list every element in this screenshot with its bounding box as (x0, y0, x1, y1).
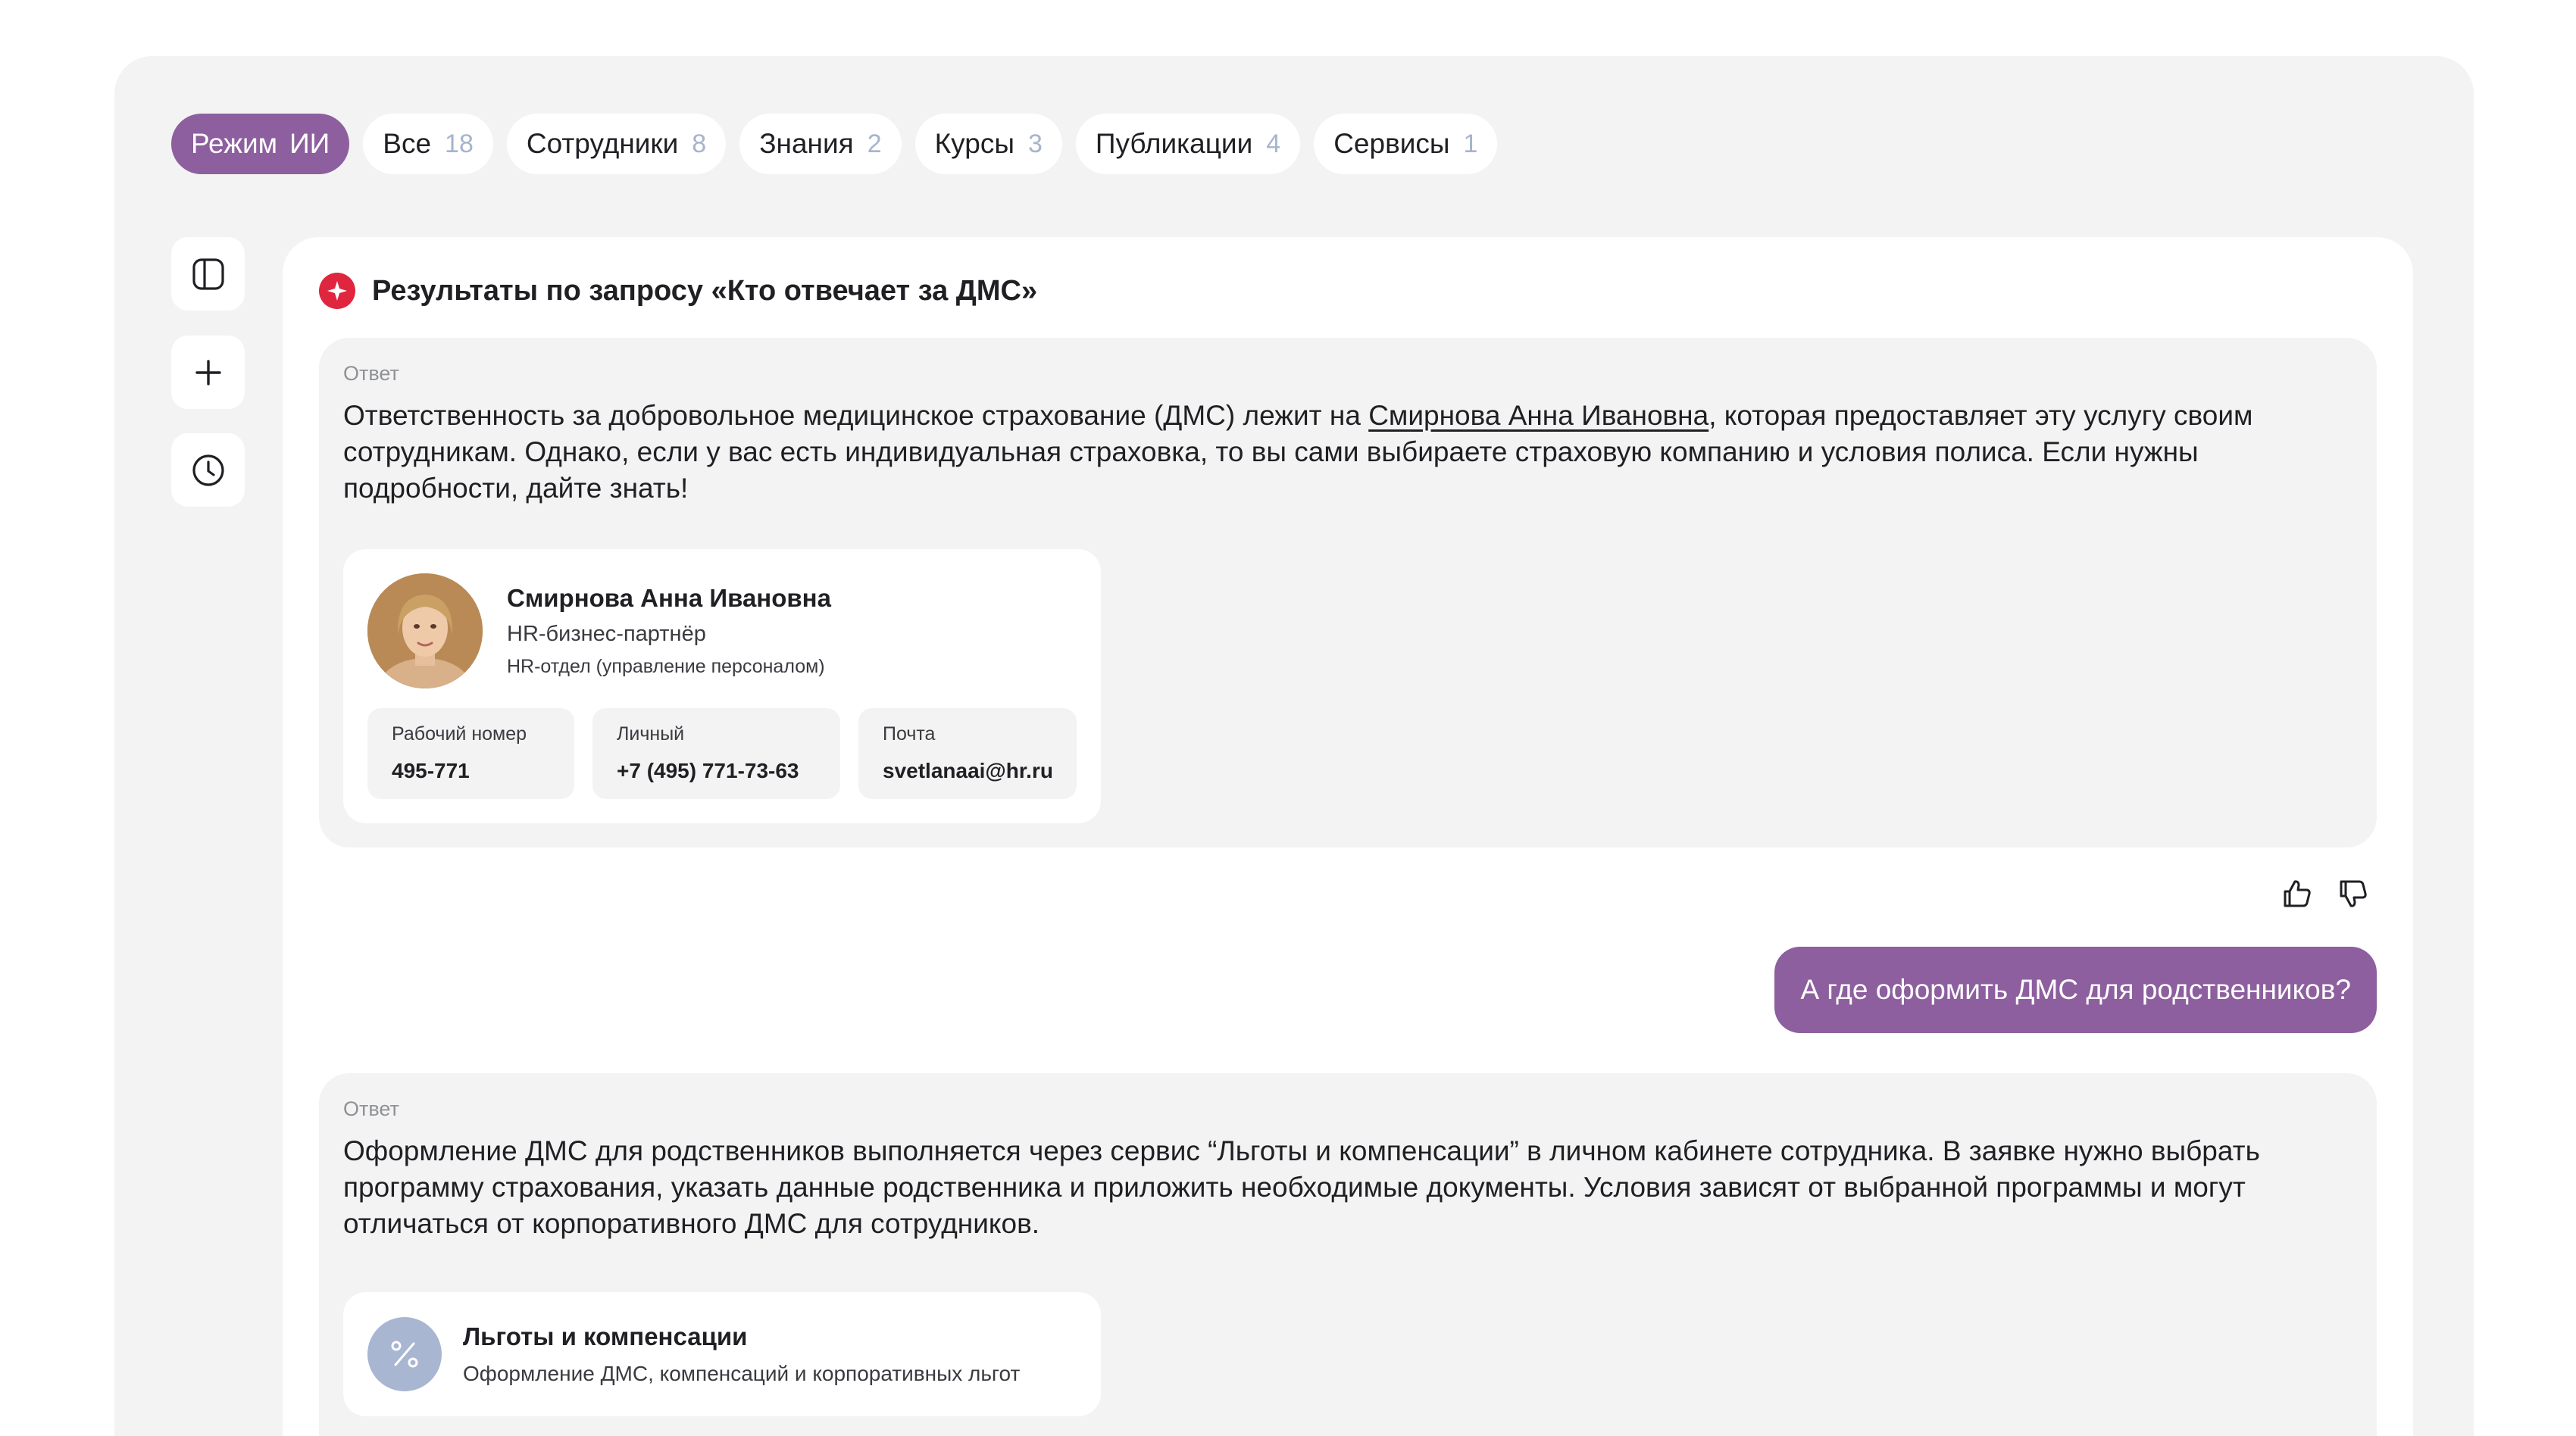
contact-list: Рабочий номер 495-771 Личный +7 (495) 77… (367, 708, 1077, 799)
thumbs-up-icon (2284, 880, 2311, 907)
service-description: Оформление ДМС, компенсаций и корпоратив… (463, 1362, 1021, 1385)
tab-label: Сервисы (1333, 128, 1450, 159)
results-title: Результаты по запросу «Кто отвечает за Д… (372, 274, 1038, 307)
tab-count: 8 (692, 129, 707, 158)
sidebar-toggle-button[interactable] (171, 237, 245, 311)
tab-label: Режим (191, 128, 278, 159)
tab-label: Сотрудники (526, 128, 679, 159)
sidebar-toggle-icon (192, 258, 224, 290)
contact-value: +7 (495) 771-73-63 (617, 759, 799, 782)
history-clock-icon (192, 454, 224, 486)
tab-ai-mode[interactable]: Режим ИИ (171, 114, 350, 174)
user-message-bubble: А где оформить ДМС для родственников? (1774, 947, 2377, 1033)
tab-count: 18 (445, 129, 474, 158)
like-button[interactable] (2281, 877, 2314, 910)
tab-count: 4 (1266, 129, 1281, 158)
plus-icon (195, 359, 221, 386)
tab-count: ИИ (289, 128, 330, 159)
answer-text-part: Ответственность за добровольное медицинс… (343, 400, 1369, 431)
tab-employees[interactable]: Сотрудники 8 (506, 114, 727, 174)
dislike-button[interactable] (2337, 877, 2370, 910)
history-button[interactable] (171, 433, 245, 507)
contact-label: Почта (883, 723, 936, 745)
contact-value: 495-771 (392, 759, 470, 782)
contact-personal-phone[interactable]: Личный +7 (495) 771-73-63 (592, 708, 840, 799)
employee-role: HR-бизнес-партнёр (507, 622, 706, 646)
tab-count: 3 (1027, 129, 1043, 158)
contact-work-phone[interactable]: Рабочий номер 495-771 (367, 708, 574, 799)
answer-label: Ответ (343, 1097, 399, 1120)
tab-count: 1 (1463, 129, 1478, 158)
answer-block: Ответ Оформление ДМС для родственников в… (319, 1073, 2377, 1436)
avatar (367, 573, 483, 688)
tab-label: Все (383, 128, 432, 159)
tab-knowledge[interactable]: Знания 2 (739, 114, 902, 174)
employee-card[interactable]: Смирнова Анна Ивановна HR-бизнес-партнёр… (343, 549, 1101, 823)
results-header: Результаты по запросу «Кто отвечает за Д… (319, 273, 1037, 309)
percent-icon (367, 1317, 442, 1391)
tab-label: Курсы (934, 128, 1014, 159)
contact-label: Рабочий номер (392, 723, 527, 745)
ai-sparkle-icon (319, 273, 355, 309)
tab-services[interactable]: Сервисы 1 (1314, 114, 1498, 174)
answer-label: Ответ (343, 362, 399, 385)
tab-all[interactable]: Все 18 (363, 114, 493, 174)
person-link[interactable]: Смирнова Анна Ивановна (1368, 400, 1708, 431)
tab-publications[interactable]: Публикации 4 (1075, 114, 1301, 174)
thumbs-down-icon (2340, 880, 2367, 907)
tab-courses[interactable]: Курсы 3 (914, 114, 1062, 174)
contact-label: Личный (617, 723, 685, 745)
employee-name: Смирнова Анна Ивановна (507, 584, 831, 612)
service-card[interactable]: Льготы и компенсации Оформление ДМС, ком… (343, 1292, 1101, 1416)
answer-text: Ответственность за добровольное медицинс… (343, 398, 2352, 507)
results-card: Результаты по запросу «Кто отвечает за Д… (283, 237, 2413, 1436)
employee-department: HR-отдел (управление персоналом) (507, 656, 825, 677)
tab-label: Знания (759, 128, 854, 159)
tab-count: 2 (867, 129, 882, 158)
contact-value: svetlanaai@hr.ru (883, 759, 1053, 782)
tab-label: Публикации (1095, 128, 1253, 159)
new-chat-button[interactable] (171, 336, 245, 409)
answer-block: Ответ Ответственность за добровольное ме… (319, 338, 2377, 848)
service-name: Льготы и компенсации (463, 1322, 748, 1350)
answer-text: Оформление ДМС для родственников выполня… (343, 1135, 2260, 1239)
contact-email[interactable]: Почта svetlanaai@hr.ru (858, 708, 1077, 799)
search-filter-tabs: Режим ИИ Все 18 Сотрудники 8 Знания 2 Ку… (171, 114, 1498, 174)
